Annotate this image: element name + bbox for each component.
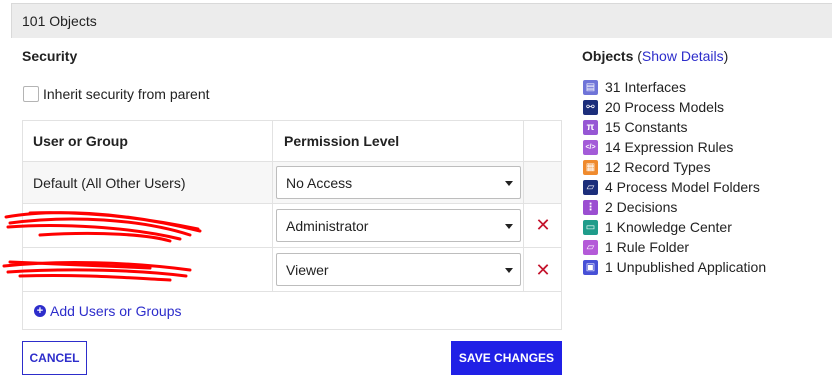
- expression-rule-icon: </>: [583, 139, 598, 155]
- table-row: Default (All Other Users) No Access: [23, 162, 561, 204]
- object-count-label: 1 Unpublished Application: [605, 259, 767, 275]
- inherit-security-checkbox[interactable]: [23, 86, 39, 102]
- application-icon: ▣: [583, 259, 598, 275]
- objects-header: 101 Objects: [11, 3, 832, 38]
- list-item: ▭ 1 Knowledge Center: [583, 217, 766, 237]
- inherit-security-row[interactable]: Inherit security from parent: [23, 86, 210, 102]
- grid-header: User or Group Permission Level: [23, 121, 561, 162]
- objects-list: ▤ 31 Interfaces ⚯ 20 Process Models π 15 Cons…: [583, 77, 766, 277]
- list-item: ▤ 31 Interfaces: [583, 77, 766, 97]
- objects-title: Objects (Show Details): [582, 48, 728, 64]
- add-users-groups-label: Add Users or Groups: [50, 303, 182, 319]
- cancel-button[interactable]: CANCEL: [22, 341, 87, 375]
- rule-folder-icon: ▱: [583, 239, 598, 255]
- redaction-scribble: [4, 211, 202, 243]
- security-title: Security: [22, 48, 78, 64]
- object-count-label: 2 Decisions: [605, 199, 678, 215]
- permission-value: Viewer: [286, 262, 329, 278]
- add-icon: +: [34, 305, 46, 317]
- process-model-icon: ⚯: [583, 99, 598, 115]
- add-users-groups-link[interactable]: + Add Users or Groups: [34, 303, 182, 319]
- user-name: Default (All Other Users): [33, 175, 186, 191]
- remove-icon[interactable]: ✕: [535, 216, 551, 234]
- object-count-label: 15 Constants: [605, 119, 688, 135]
- column-divider: [272, 121, 273, 292]
- decision-icon: ⋮: [583, 199, 598, 215]
- object-count-label: 14 Expression Rules: [605, 139, 734, 155]
- process-model-folder-icon: ▱: [583, 179, 598, 195]
- save-changes-button[interactable]: SAVE CHANGES: [451, 341, 562, 375]
- list-item: ▣ 1 Unpublished Application: [583, 257, 766, 277]
- permission-select[interactable]: Administrator: [276, 209, 521, 242]
- object-count-label: 1 Rule Folder: [605, 239, 690, 255]
- inherit-security-label: Inherit security from parent: [43, 86, 210, 102]
- dropdown-arrow-icon: [505, 224, 513, 229]
- list-item: ▱ 1 Rule Folder: [583, 237, 766, 257]
- object-count-label: 12 Record Types: [605, 159, 711, 175]
- redaction-scribble: [2, 260, 192, 282]
- object-count-label: 31 Interfaces: [605, 79, 686, 95]
- column-header-permission: Permission Level: [284, 133, 400, 149]
- interface-icon: ▤: [583, 79, 598, 95]
- permission-value: No Access: [286, 175, 353, 191]
- list-item: ▦ 12 Record Types: [583, 157, 766, 177]
- list-item: </> 14 Expression Rules: [583, 137, 766, 157]
- column-divider: [523, 121, 524, 292]
- knowledge-center-icon: ▭: [583, 219, 598, 235]
- object-count-label: 1 Knowledge Center: [605, 219, 732, 235]
- dropdown-arrow-icon: [505, 181, 513, 186]
- objects-paren-close: ): [723, 48, 729, 64]
- constant-icon: π: [583, 119, 598, 135]
- object-count-label: 4 Process Model Folders: [605, 179, 760, 195]
- permission-select[interactable]: Viewer: [276, 253, 521, 286]
- objects-paren-open: (: [633, 48, 642, 64]
- dropdown-arrow-icon: [505, 268, 513, 273]
- objects-title-label: Objects: [582, 48, 634, 64]
- column-header-user: User or Group: [33, 133, 128, 149]
- record-type-icon: ▦: [583, 159, 598, 175]
- permission-value: Administrator: [286, 218, 369, 234]
- list-item: ⚯ 20 Process Models: [583, 97, 766, 117]
- list-item: π 15 Constants: [583, 117, 766, 137]
- remove-icon[interactable]: ✕: [535, 261, 551, 279]
- permission-select[interactable]: No Access: [276, 166, 521, 199]
- object-count-label: 20 Process Models: [605, 99, 725, 115]
- header-title: 101 Objects: [22, 13, 97, 29]
- list-item: ▱ 4 Process Model Folders: [583, 177, 766, 197]
- list-item: ⋮ 2 Decisions: [583, 197, 766, 217]
- show-details-link[interactable]: Show Details: [642, 48, 724, 64]
